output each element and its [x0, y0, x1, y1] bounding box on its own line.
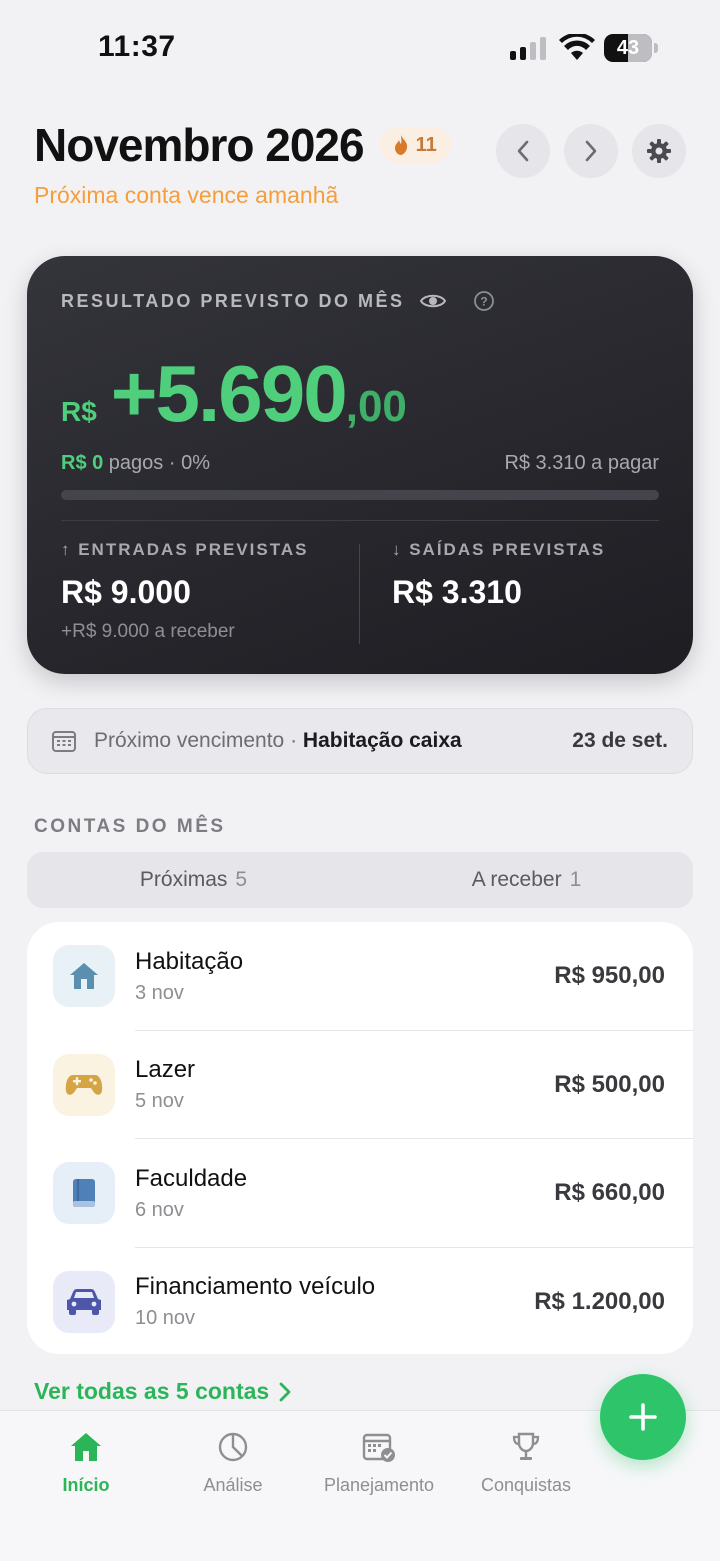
monthly-result-card: RESULTADO PREVISTO DO MÊS ? R$ +5.690 ,0…	[27, 256, 693, 674]
tab-receivable[interactable]: A receber 1	[360, 852, 693, 908]
chevron-right-icon	[585, 140, 597, 162]
svg-text:?: ?	[480, 295, 487, 309]
add-bill-button[interactable]	[600, 1374, 686, 1460]
currency-symbol: R$	[61, 396, 97, 427]
eye-icon[interactable]	[419, 292, 447, 310]
next-due-label: Próximo vencimento ·	[94, 729, 298, 752]
tab-achievements[interactable]: Conquistas	[456, 1431, 596, 1496]
chevron-left-icon	[517, 140, 529, 162]
tab-upcoming[interactable]: Próximas 5	[27, 852, 360, 908]
gamepad-icon	[53, 1053, 115, 1116]
list-item[interactable]: Habitação 3 nov R$ 950,00	[27, 922, 693, 1031]
settings-button[interactable]	[632, 124, 686, 178]
segment-count: 1	[569, 868, 582, 891]
payment-progress-bar	[61, 490, 659, 500]
battery-level: 43	[616, 36, 640, 59]
income-label: ↑ ENTRADAS PREVISTAS	[61, 540, 309, 559]
bill-amount: R$ 950,00	[554, 962, 665, 990]
plus-icon	[629, 1403, 657, 1431]
home-icon	[71, 1433, 101, 1461]
list-item[interactable]: Financiamento veículo 10 nov R$ 1.200,00	[27, 1248, 693, 1355]
income-summary: ↑ ENTRADAS PREVISTAS R$ 9.000 +R$ 9.000 …	[61, 540, 309, 643]
next-bill-alert: Próxima conta vence amanhã	[34, 182, 339, 208]
paid-text: pagos · 0%	[103, 452, 210, 474]
bills-segmented-control: Próximas 5 A receber 1	[27, 852, 693, 908]
paid-amount: R$ 0	[61, 452, 104, 474]
streak-badge[interactable]: 11	[379, 127, 451, 163]
expenses-summary: ↓ SAÍDAS PREVISTAS R$ 3.310	[392, 540, 605, 611]
forecast-amount: R$ +5.690 ,00	[61, 348, 407, 440]
expenses-value: R$ 3.310	[392, 574, 522, 610]
battery-icon: 43	[604, 34, 652, 62]
section-title: CONTAS DO MÊS	[34, 816, 226, 837]
house-icon	[53, 945, 115, 1008]
bill-name: Lazer	[135, 1056, 196, 1084]
tab-label: Início	[62, 1475, 110, 1495]
bill-date: 6 nov	[135, 1198, 184, 1221]
calendar-icon	[52, 731, 76, 752]
segment-label: A receber	[471, 868, 562, 891]
next-month-button[interactable]	[564, 124, 618, 178]
chevron-right-icon	[279, 1382, 291, 1401]
bill-date: 5 nov	[135, 1090, 184, 1113]
status-bar: 11:37 43	[0, 0, 720, 96]
tab-home[interactable]: Início	[16, 1431, 156, 1496]
chart-pie-icon	[218, 1432, 248, 1462]
tab-label: Análise	[203, 1475, 263, 1495]
bill-name: Faculdade	[135, 1164, 248, 1192]
see-all-label: Ver todas as 5 contas	[34, 1378, 270, 1404]
bill-date: 3 nov	[135, 981, 184, 1004]
tab-planning[interactable]: Planejamento	[309, 1431, 449, 1496]
bill-name: Habitação	[135, 947, 244, 975]
help-icon[interactable]: ?	[473, 290, 495, 312]
segment-label: Próximas	[139, 868, 228, 891]
list-item[interactable]: Lazer 5 nov R$ 500,00	[27, 1031, 693, 1139]
bill-name: Financiamento veículo	[135, 1273, 376, 1301]
expenses-label: ↓ SAÍDAS PREVISTAS	[392, 540, 606, 559]
bill-amount: R$ 1.200,00	[534, 1287, 665, 1315]
status-time: 11:37	[98, 30, 176, 63]
income-value: R$ 9.000	[61, 574, 191, 610]
payment-progress-row: R$ 0 pagos · 0% R$ 3.310 a pagar	[61, 452, 659, 475]
next-due-banner[interactable]: Próximo vencimento · Habitação caixa 23 …	[27, 708, 693, 774]
page-title: Novembro 2026	[34, 119, 365, 171]
next-due-name: Habitação caixa	[302, 729, 462, 752]
to-pay-amount: R$ 3.310 a pagar	[504, 452, 659, 474]
tab-label: Planejamento	[323, 1475, 435, 1495]
bill-date: 10 nov	[135, 1307, 196, 1330]
bill-amount: R$ 660,00	[554, 1179, 665, 1207]
streak-count: 11	[415, 133, 437, 156]
bill-amount: R$ 500,00	[554, 1070, 665, 1098]
amount-main: +5.690	[110, 349, 348, 438]
income-receivable: +R$ 9.000 a receber	[61, 621, 235, 642]
header: Novembro 2026 11 Próxima conta vence ama…	[34, 118, 686, 209]
tab-label: Conquistas	[480, 1475, 572, 1495]
wifi-icon	[559, 34, 595, 60]
flame-icon	[394, 135, 407, 155]
car-icon	[53, 1270, 115, 1333]
see-all-bills-link[interactable]: Ver todas as 5 contas	[34, 1378, 291, 1405]
amount-cents: ,00	[345, 382, 407, 431]
trophy-icon	[512, 1432, 540, 1460]
cellular-signal-icon	[510, 36, 546, 60]
card-label: RESULTADO PREVISTO DO MÊS	[61, 290, 405, 311]
calendar-check-icon	[362, 1433, 395, 1462]
gear-icon	[647, 139, 671, 163]
bills-list: Habitação 3 nov R$ 950,00 Lazer 5 nov R$…	[27, 922, 693, 1354]
segment-count: 5	[235, 868, 248, 891]
next-due-date: 23 de set.	[572, 729, 668, 752]
book-icon	[53, 1162, 115, 1225]
previous-month-button[interactable]	[496, 124, 550, 178]
tab-analysis[interactable]: Análise	[163, 1431, 303, 1496]
list-item[interactable]: Faculdade 6 nov R$ 660,00	[27, 1139, 693, 1248]
